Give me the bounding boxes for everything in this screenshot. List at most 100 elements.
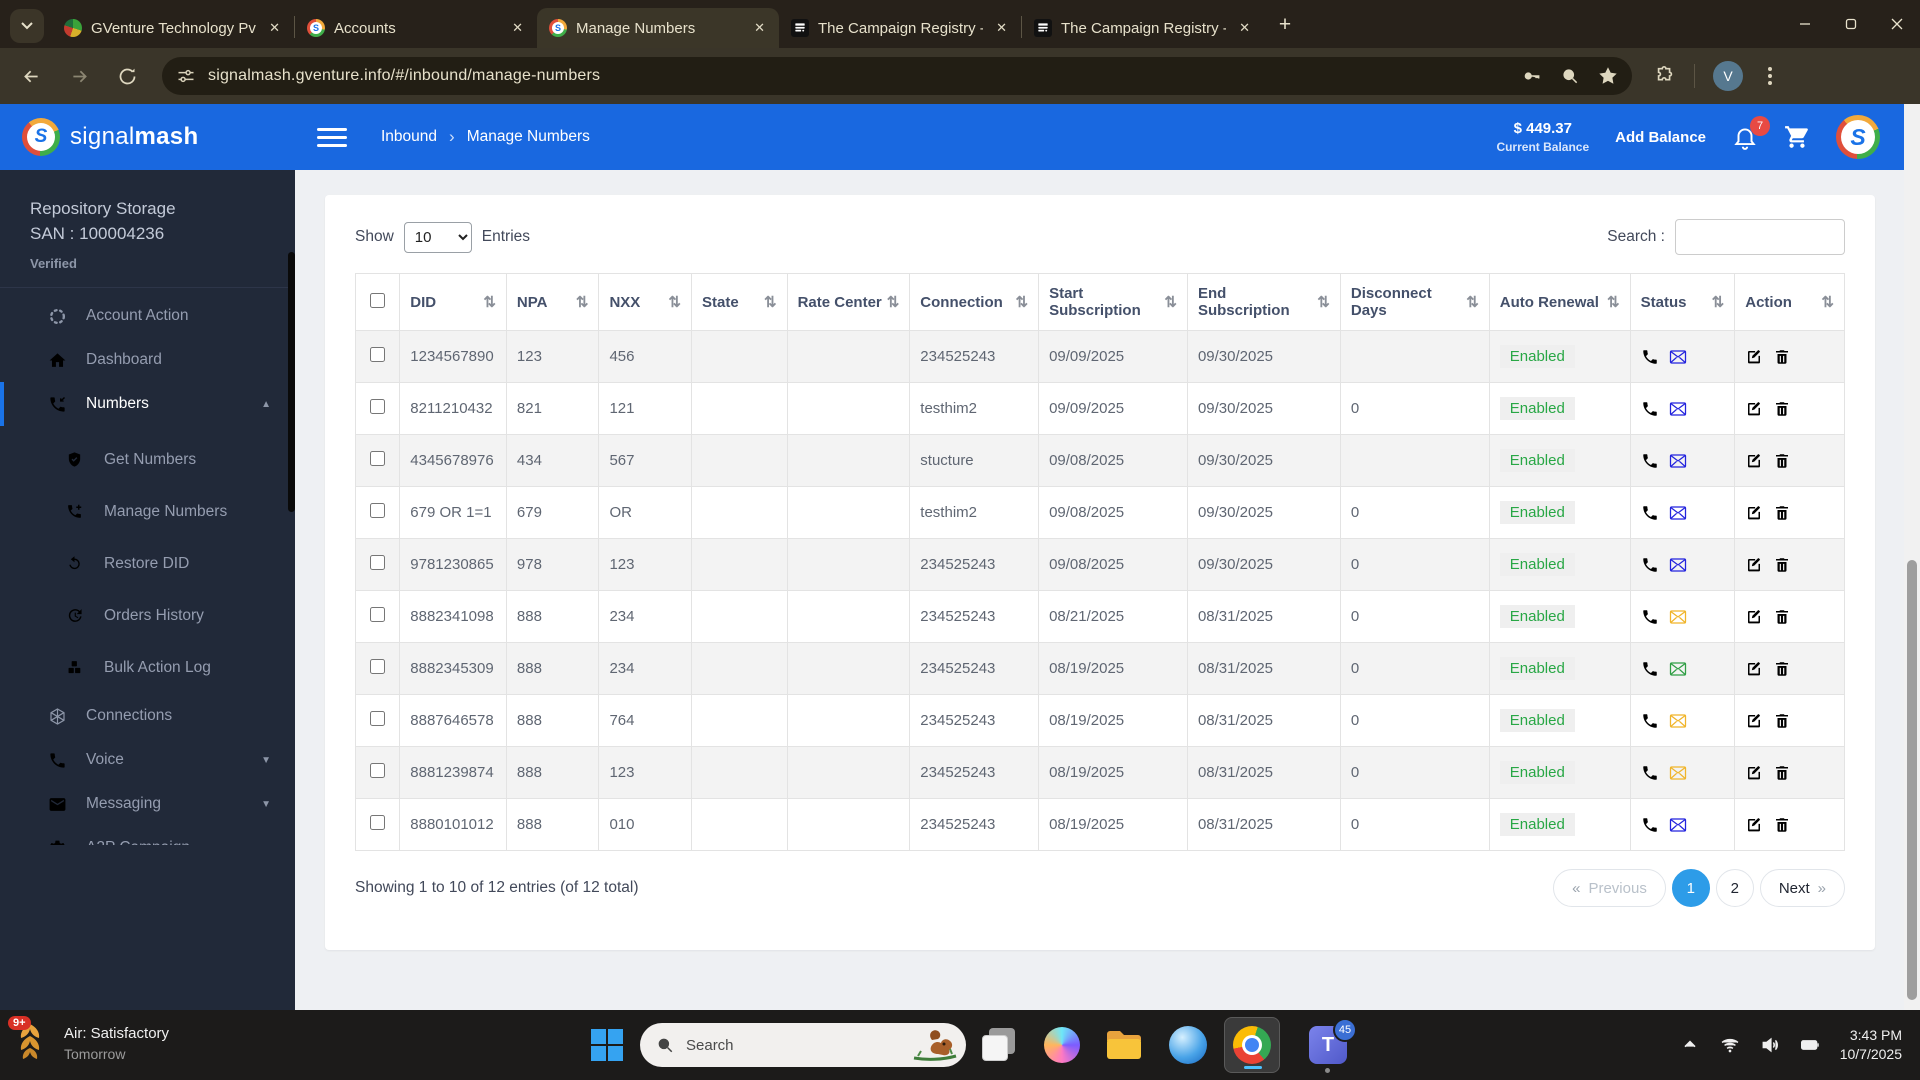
delete-icon[interactable] xyxy=(1773,400,1791,418)
sort-icon[interactable]: ⇅ xyxy=(1607,293,1620,311)
sidebar-item-dashboard[interactable]: Dashboard xyxy=(0,338,295,382)
minimize-button[interactable] xyxy=(1782,0,1828,48)
sidebar-item-orders-history[interactable]: Orders History xyxy=(0,590,295,642)
tab-close-icon[interactable]: ✕ xyxy=(992,20,1011,36)
copilot-button[interactable] xyxy=(1040,1023,1084,1067)
sidebar-item-connections[interactable]: Connections xyxy=(0,694,295,738)
taskbar-search[interactable]: Search xyxy=(640,1023,966,1067)
page-scrollbar-thumb[interactable] xyxy=(1907,560,1917,1000)
row-checkbox[interactable] xyxy=(370,607,386,622)
row-checkbox[interactable] xyxy=(370,399,386,414)
tab-close-icon[interactable]: ✕ xyxy=(508,20,527,36)
row-checkbox[interactable] xyxy=(370,347,386,362)
edit-icon[interactable] xyxy=(1745,452,1763,470)
sms-status-envelope-icon[interactable] xyxy=(1669,816,1687,834)
sms-status-envelope-icon[interactable] xyxy=(1669,764,1687,782)
edit-icon[interactable] xyxy=(1745,608,1763,626)
teams-button[interactable]: T 45 xyxy=(1306,1018,1357,1073)
maximize-button[interactable] xyxy=(1828,0,1874,48)
forward-button[interactable] xyxy=(62,59,96,93)
sms-status-envelope-icon[interactable] xyxy=(1669,452,1687,470)
chrome-button[interactable] xyxy=(1224,1017,1280,1073)
sidebar-item-a2p-campaign[interactable]: A2P Campaign ▼ xyxy=(0,826,295,845)
sms-status-envelope-icon[interactable] xyxy=(1669,608,1687,626)
voice-status-phone-icon[interactable] xyxy=(1641,712,1659,730)
weather-widget[interactable]: 9+ Air: Satisfactory Tomorrow xyxy=(8,1016,169,1066)
page-size-select[interactable]: 10 xyxy=(403,221,472,253)
url-text[interactable]: signalmash.gventure.info/#/inbound/manag… xyxy=(208,67,1522,85)
sidebar-item-restore-did[interactable]: Restore DID xyxy=(0,538,295,590)
new-tab-button[interactable]: + xyxy=(1270,10,1300,40)
edit-icon[interactable] xyxy=(1745,348,1763,366)
browser-tab-manage-numbers[interactable]: S Manage Numbers ✕ xyxy=(537,8,779,48)
edit-icon[interactable] xyxy=(1745,660,1763,678)
zoom-icon[interactable] xyxy=(1560,66,1580,86)
file-explorer-button[interactable] xyxy=(1102,1023,1146,1067)
delete-icon[interactable] xyxy=(1773,348,1791,366)
browser-menu-icon[interactable] xyxy=(1759,65,1781,87)
sidebar-item-voice[interactable]: Voice ▼ xyxy=(0,738,295,782)
edit-icon[interactable] xyxy=(1745,764,1763,782)
task-view-button[interactable] xyxy=(976,1023,1020,1067)
sidebar-item-account-action[interactable]: Account Action xyxy=(0,294,295,338)
delete-icon[interactable] xyxy=(1773,712,1791,730)
add-balance-button[interactable]: Add Balance xyxy=(1615,129,1706,146)
sidebar-item-manage-numbers[interactable]: Manage Numbers xyxy=(0,486,295,538)
browser-tab-the-campaign-registry-[interactable]: The Campaign Registry - ✕ xyxy=(779,8,1021,48)
row-checkbox[interactable] xyxy=(370,555,386,570)
voice-status-phone-icon[interactable] xyxy=(1641,608,1659,626)
tab-close-icon[interactable]: ✕ xyxy=(1235,20,1254,36)
sort-icon[interactable]: ⇅ xyxy=(887,293,900,311)
voice-status-phone-icon[interactable] xyxy=(1641,452,1659,470)
voice-status-phone-icon[interactable] xyxy=(1641,504,1659,522)
bookmark-star-icon[interactable] xyxy=(1598,66,1618,86)
page-button-2[interactable]: 2 xyxy=(1715,869,1754,907)
url-bar[interactable]: signalmash.gventure.info/#/inbound/manag… xyxy=(162,57,1632,95)
sort-icon[interactable]: ⇅ xyxy=(1712,293,1725,311)
sort-icon[interactable]: ⇅ xyxy=(1317,293,1330,311)
sms-status-envelope-icon[interactable] xyxy=(1669,712,1687,730)
sidebar-item-bulk-action-log[interactable]: Bulk Action Log xyxy=(0,642,295,694)
wifi-icon[interactable] xyxy=(1720,1035,1740,1055)
delete-icon[interactable] xyxy=(1773,660,1791,678)
tray-chevron-up-icon[interactable] xyxy=(1680,1035,1700,1055)
voice-status-phone-icon[interactable] xyxy=(1641,348,1659,366)
extensions-icon[interactable] xyxy=(1654,65,1676,87)
sort-icon[interactable]: ⇅ xyxy=(668,293,681,311)
edit-icon[interactable] xyxy=(1745,556,1763,574)
row-checkbox[interactable] xyxy=(370,451,386,466)
sort-icon[interactable]: ⇅ xyxy=(764,293,777,311)
sms-status-envelope-icon[interactable] xyxy=(1669,348,1687,366)
tab-search-button[interactable] xyxy=(10,9,44,43)
sort-icon[interactable]: ⇅ xyxy=(1466,293,1479,311)
delete-icon[interactable] xyxy=(1773,608,1791,626)
voice-status-phone-icon[interactable] xyxy=(1641,400,1659,418)
sort-icon[interactable]: ⇅ xyxy=(483,293,496,311)
sidebar-toggle-icon[interactable] xyxy=(317,127,347,147)
battery-icon[interactable] xyxy=(1800,1035,1820,1055)
cart-icon[interactable] xyxy=(1784,124,1810,150)
edit-icon[interactable] xyxy=(1745,816,1763,834)
delete-icon[interactable] xyxy=(1773,556,1791,574)
sidebar-item-numbers[interactable]: Numbers ▲ xyxy=(0,382,295,426)
edit-icon[interactable] xyxy=(1745,504,1763,522)
voice-status-phone-icon[interactable] xyxy=(1641,660,1659,678)
next-page-button[interactable]: Next» xyxy=(1759,869,1845,907)
account-logo-icon[interactable]: S xyxy=(1836,115,1880,159)
volume-icon[interactable] xyxy=(1760,1035,1780,1055)
row-checkbox[interactable] xyxy=(370,711,386,726)
sms-status-envelope-icon[interactable] xyxy=(1669,400,1687,418)
close-window-button[interactable] xyxy=(1874,0,1920,48)
row-checkbox[interactable] xyxy=(370,763,386,778)
sort-icon[interactable]: ⇅ xyxy=(1015,293,1028,311)
delete-icon[interactable] xyxy=(1773,764,1791,782)
sort-icon[interactable]: ⇅ xyxy=(1164,293,1177,311)
voice-status-phone-icon[interactable] xyxy=(1641,556,1659,574)
back-button[interactable] xyxy=(14,59,48,93)
profile-avatar[interactable]: V xyxy=(1713,61,1743,91)
browser-app-button[interactable] xyxy=(1166,1023,1210,1067)
voice-status-phone-icon[interactable] xyxy=(1641,816,1659,834)
voice-status-phone-icon[interactable] xyxy=(1641,764,1659,782)
row-checkbox[interactable] xyxy=(370,815,386,830)
clock[interactable]: 3:43 PM 10/7/2025 xyxy=(1840,1026,1902,1064)
